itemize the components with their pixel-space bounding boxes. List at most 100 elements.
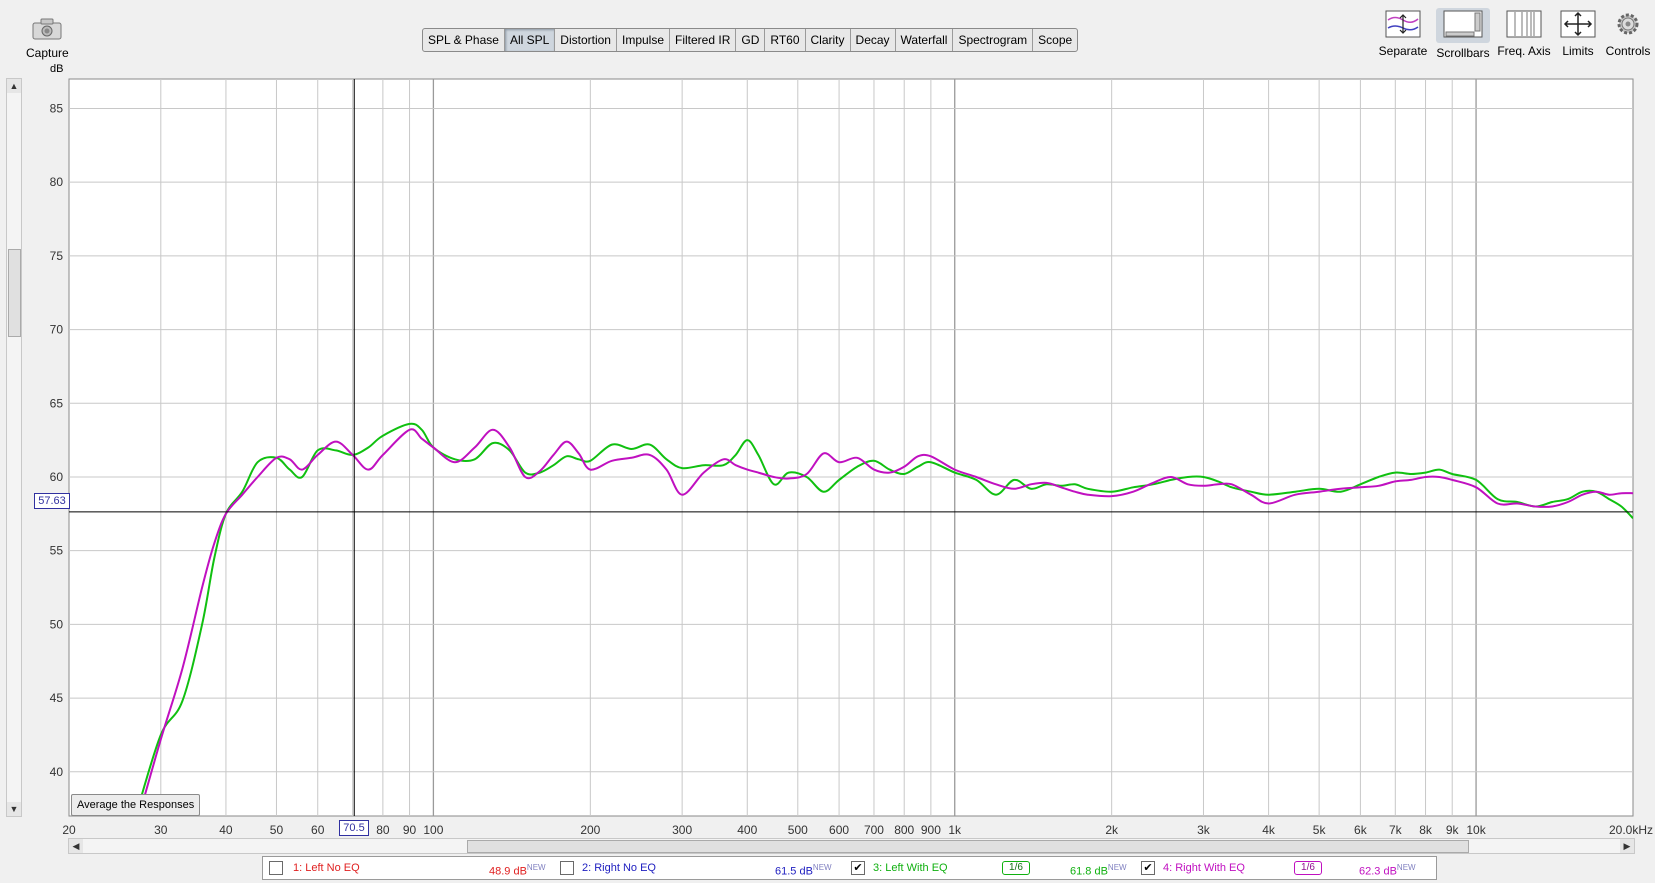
tab-spectrogram[interactable]: Spectrogram [953,29,1034,51]
legend-badge-left-no-eq: NEW [526,863,546,872]
legend-label-left-with-eq[interactable]: 3: Left With EQ [873,857,948,879]
plot-background [68,78,1634,817]
x-tick-label: 80 [376,823,390,837]
capture-button[interactable]: Capture [26,18,69,60]
tab-gd[interactable]: GD [736,29,766,51]
legend-item-left-with-eq: ✔ 3: Left With EQ 1/6 61.8 dBNEW [851,857,1141,879]
freq-axis-label: Freq. Axis [1497,44,1551,58]
legend-value-right-no-eq: 61.5 dB [775,865,813,878]
x-tick-label: 90 [403,823,417,837]
horizontal-scrollbar[interactable]: ◀ ▶ [68,838,1635,854]
scrollbars-label: Scrollbars [1436,46,1490,60]
legend-label-right-with-eq[interactable]: 4: Right With EQ [1163,857,1245,879]
legend-label-right-no-eq[interactable]: 2: Right No EQ [582,857,656,879]
tab-all-spl[interactable]: All SPL [504,29,556,51]
capture-label: Capture [26,46,69,60]
graph-tabs: SPL & Phase All SPL Distortion Impulse F… [422,28,1079,52]
y-tick-label: 55 [50,544,64,558]
x-tick-label: 6k [1354,823,1368,837]
y-tick-label: 45 [50,691,64,705]
scroll-left-arrow-icon[interactable]: ◀ [69,839,83,853]
tab-scope[interactable]: Scope [1033,29,1077,51]
tab-rt60[interactable]: RT60 [765,29,806,51]
camera-icon [26,18,68,43]
tab-waterfall[interactable]: Waterfall [896,29,954,51]
x-tick-label: 300 [672,823,692,837]
legend-item-right-with-eq: ✔ 4: Right With EQ 1/6 62.3 dBNEW [1141,857,1431,879]
freq-axis-icon [1497,10,1551,41]
tab-clarity[interactable]: Clarity [806,29,851,51]
y-tick-label: 70 [50,323,64,337]
freq-axis-button[interactable]: Freq. Axis [1497,10,1551,58]
gear-icon [1604,10,1652,41]
legend-item-left-no-eq: 1: Left No EQ 48.9 dBNEW [269,857,546,879]
cursor-y-readout: 57.63 [34,493,70,509]
tab-impulse[interactable]: Impulse [617,29,671,51]
legend-item-right-no-eq: 2: Right No EQ 61.5 dBNEW [560,857,832,879]
scrollbars-button[interactable]: Scrollbars [1436,8,1490,60]
x-tick-label: 700 [864,823,884,837]
separate-label: Separate [1378,44,1428,58]
legend-checkbox-right-no-eq[interactable] [560,861,574,875]
legend-checkbox-left-no-eq[interactable] [269,861,283,875]
controls-label: Controls [1605,44,1651,58]
measurement-legend: 1: Left No EQ 48.9 dBNEW 2: Right No EQ … [262,856,1437,880]
tab-spl-phase[interactable]: SPL & Phase [423,29,505,51]
tab-distortion[interactable]: Distortion [555,29,617,51]
x-tick-label: 5k [1313,823,1327,837]
x-tick-label: 1k [948,823,962,837]
y-tick-label: 80 [50,175,64,189]
smoothing-selector-left-with-eq[interactable]: 1/6 [1002,861,1030,875]
x-tick-label: 3k [1197,823,1211,837]
y-tick-label: 65 [50,396,64,410]
spl-graph[interactable]: 40 45 50 55 60 65 70 75 80 85 20 30 40 50 60 80 90 100 200… [0,75,1655,840]
horizontal-scroll-thumb[interactable] [467,840,1469,853]
limits-label: Limits [1562,44,1594,58]
x-tick-label: 40 [219,823,233,837]
x-tick-label: 600 [829,823,849,837]
x-tick-label: 10k [1466,823,1486,837]
separate-icon [1378,10,1428,41]
x-tick-label: 500 [788,823,808,837]
tab-filtered-ir[interactable]: Filtered IR [670,29,737,51]
y-unit-label: dB [50,63,64,75]
legend-value-left-with-eq: 61.8 dB [1070,865,1108,878]
x-tick-label: 7k [1389,823,1403,837]
x-tick-label: 30 [154,823,168,837]
scroll-right-arrow-icon[interactable]: ▶ [1620,839,1634,853]
controls-button[interactable]: Controls [1604,10,1652,58]
legend-badge-right-no-eq: NEW [812,863,832,872]
x-tick-label: 200 [580,823,600,837]
y-tick-label: 40 [50,765,64,779]
x-tick-label: 9k [1446,823,1460,837]
y-tick-label: 50 [50,617,64,631]
legend-badge-right-with-eq: NEW [1396,863,1416,872]
x-tick-label: 4k [1262,823,1276,837]
scrollbars-icon [1436,8,1490,43]
separate-button[interactable]: Separate [1378,10,1428,58]
average-responses-button[interactable]: Average the Responses [71,794,201,816]
x-tick-label: 100 [423,823,443,837]
legend-value-right-with-eq: 62.3 dB [1359,865,1397,878]
y-tick-label: 60 [50,470,64,484]
x-tick-label: 2k [1105,823,1119,837]
limits-button[interactable]: Limits [1558,10,1598,58]
limits-icon [1558,10,1598,41]
x-tick-label: 400 [737,823,757,837]
x-tick-label: 50 [270,823,284,837]
x-tick-label: 20 [62,823,76,837]
x-tick-label: 60 [311,823,325,837]
legend-checkbox-left-with-eq[interactable]: ✔ [851,861,865,875]
y-tick-label: 85 [50,101,64,115]
legend-checkbox-right-with-eq[interactable]: ✔ [1141,861,1155,875]
tab-decay[interactable]: Decay [851,29,896,51]
legend-value-left-no-eq: 48.9 dB [489,865,527,878]
x-tick-label: 20.0kHz [1609,823,1653,837]
legend-label-left-no-eq[interactable]: 1: Left No EQ [293,857,360,879]
x-tick-label: 800 [894,823,914,837]
x-tick-label: 900 [921,823,941,837]
smoothing-selector-right-with-eq[interactable]: 1/6 [1294,861,1322,875]
legend-badge-left-with-eq: NEW [1107,863,1127,872]
y-tick-label: 75 [50,249,64,263]
cursor-x-readout: 70.5 [339,820,369,836]
